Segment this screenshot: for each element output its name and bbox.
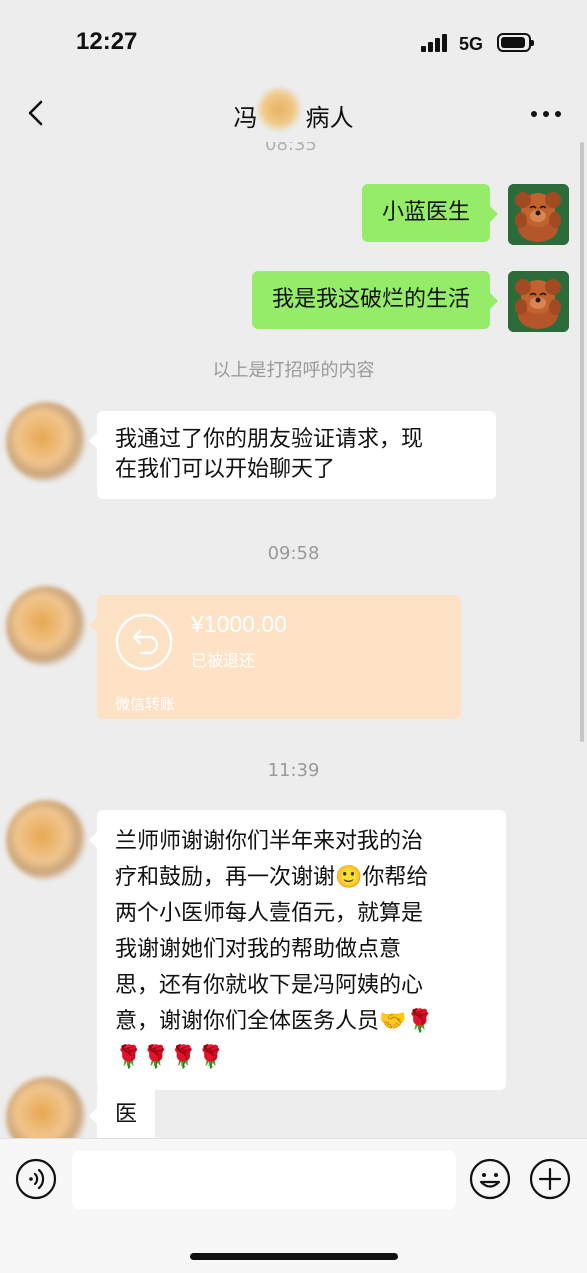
transfer-label: 微信转账 bbox=[115, 695, 176, 713]
my-message[interactable]: 小蓝医生 bbox=[361, 184, 499, 242]
message-input[interactable] bbox=[72, 1151, 456, 1209]
emoji-icon[interactable] bbox=[469, 1158, 511, 1200]
timestamp: 09:58 bbox=[267, 543, 320, 564]
bear-avatar-icon bbox=[508, 271, 569, 332]
timestamp-partial: 08:35 bbox=[265, 142, 317, 155]
my-avatar[interactable] bbox=[508, 184, 569, 245]
transfer-status: 已被退还 bbox=[191, 651, 256, 670]
bear-avatar-icon bbox=[508, 184, 569, 245]
my-avatar[interactable] bbox=[508, 271, 569, 332]
home-indicator[interactable] bbox=[190, 1253, 398, 1260]
signal-icon bbox=[421, 34, 451, 52]
chat-header: 冯 病人 bbox=[0, 86, 587, 142]
contact-message[interactable]: 我通过了你的朋友验证请求，现 在我们可以开始聊天了 bbox=[89, 411, 496, 499]
input-bar bbox=[0, 1138, 587, 1273]
contact-avatar[interactable] bbox=[6, 402, 86, 482]
network-type: 5G bbox=[459, 34, 484, 54]
refund-icon bbox=[115, 613, 173, 671]
voice-icon[interactable] bbox=[15, 1158, 57, 1200]
chat-area[interactable]: 08:35 小蓝医生 我是我这破烂的生活 以上是打招呼的内容 我通过了你的朋友验… bbox=[0, 142, 587, 1138]
status-time: 12:27 bbox=[76, 28, 138, 55]
my-message[interactable]: 我是我这破烂的生活 bbox=[251, 271, 499, 329]
contact-avatar[interactable] bbox=[6, 1077, 86, 1138]
scrollbar[interactable] bbox=[580, 142, 584, 742]
transfer-card[interactable]: ¥1000.00 已被退还 微信转账 bbox=[89, 595, 461, 719]
contact-message[interactable]: 兰师师谢谢你们半年来对我的治 疗和鼓励，再一次谢谢🙂你帮给 两个小医师每人壹佰元… bbox=[89, 810, 506, 1090]
transfer-amount: ¥1000.00 bbox=[191, 611, 287, 637]
contact-avatar[interactable] bbox=[6, 586, 86, 666]
redaction-blur bbox=[255, 86, 303, 132]
contact-avatar[interactable] bbox=[6, 800, 86, 880]
status-bar: 12:27 5G bbox=[0, 0, 587, 86]
system-note: 以上是打招呼的内容 bbox=[212, 360, 375, 381]
contact-message[interactable]: 医 bbox=[88, 1086, 156, 1138]
plus-icon[interactable] bbox=[529, 1158, 571, 1200]
timestamp: 11:39 bbox=[267, 760, 320, 781]
more-options-icon[interactable] bbox=[528, 98, 564, 128]
battery-icon bbox=[497, 33, 534, 52]
